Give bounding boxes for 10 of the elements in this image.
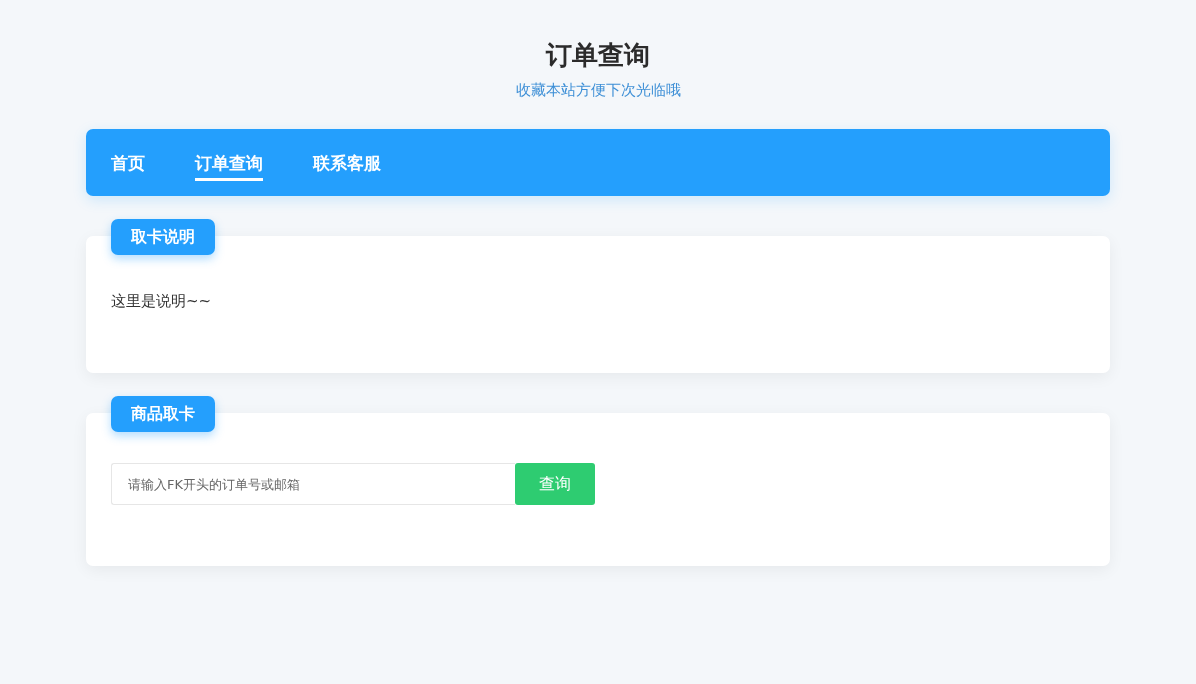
query-button[interactable]: 查询 (515, 463, 595, 505)
instructions-text: 这里是说明~~ (111, 291, 213, 311)
nav-tab[interactable]: 订单查询 (195, 147, 263, 181)
page-title: 订单查询 (546, 39, 650, 72)
section-title-badge: 商品取卡 (111, 396, 215, 432)
nav-tab[interactable]: 首页 (111, 147, 145, 181)
page-subtitle: 收藏本站方便下次光临哦 (515, 80, 681, 100)
section-title-badge: 取卡说明 (111, 219, 215, 255)
order-search-field[interactable]: 请输入FK开头的订单号或邮箱 (111, 463, 515, 505)
nav-tab[interactable]: 联系客服 (313, 147, 381, 181)
